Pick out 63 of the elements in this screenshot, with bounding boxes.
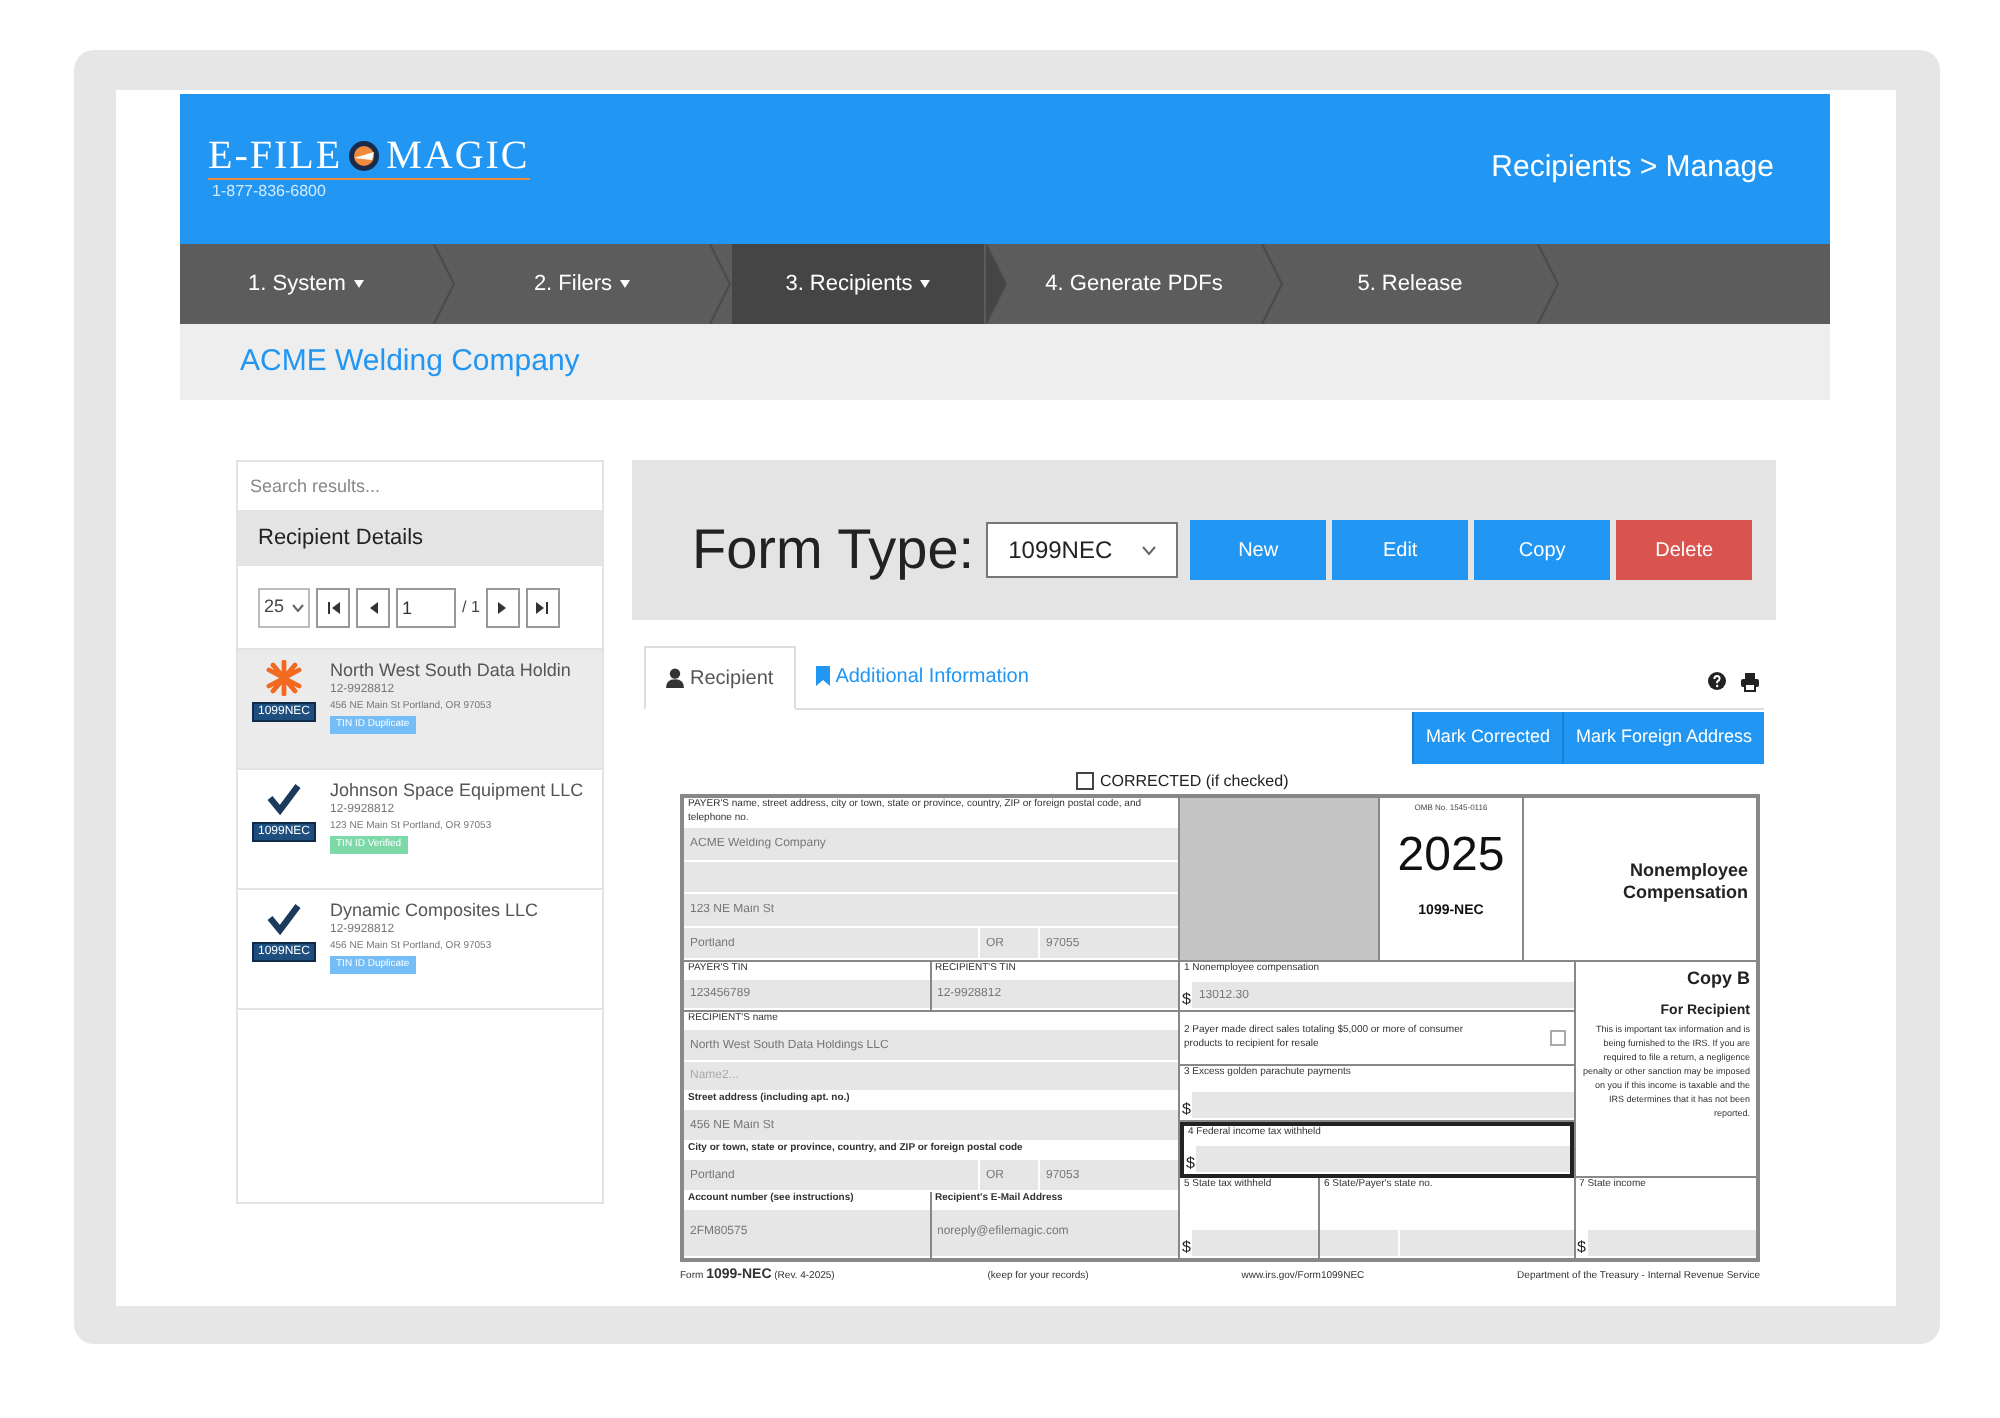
step-divider xyxy=(432,244,456,324)
input-field[interactable] xyxy=(1192,1230,1318,1258)
input-field[interactable] xyxy=(1588,1230,1756,1258)
logo-text: MAGIC xyxy=(386,135,530,175)
currency-sign: $ xyxy=(1184,1154,1197,1174)
caret-icon xyxy=(1142,545,1157,555)
step-divider xyxy=(708,244,732,324)
page-field[interactable]: 1 xyxy=(396,587,456,627)
form-tab[interactable]: Recipient xyxy=(644,646,796,710)
action-button[interactable]: Mark Foreign Address xyxy=(1561,712,1764,764)
input-field[interactable] xyxy=(1192,1092,1574,1120)
step-divider xyxy=(984,244,1008,324)
currency-sign: $ xyxy=(1180,1238,1193,1258)
recipient-name: Dynamic Composites LLC xyxy=(330,900,539,922)
action-button[interactable]: Edit xyxy=(1332,520,1469,580)
form-type-label: Form Type: xyxy=(692,516,975,584)
form-title: Nonemployee Compensation xyxy=(1620,859,1748,903)
help-icon xyxy=(1708,672,1726,690)
caret-icon xyxy=(292,603,304,611)
checkbox[interactable] xyxy=(1549,1030,1566,1046)
asterisk-icon xyxy=(266,660,302,696)
page-count: / 1 xyxy=(462,595,480,619)
checkbox[interactable] xyxy=(1076,772,1094,790)
panel-title: Recipient Details xyxy=(258,523,424,554)
logo-icon xyxy=(348,139,381,171)
previous-page-button[interactable] xyxy=(356,587,390,627)
logo-text: E-FILE xyxy=(208,135,343,175)
phone-number: 1-877-836-6800 xyxy=(210,179,328,203)
printer-icon xyxy=(1740,672,1760,692)
action-button[interactable]: New xyxy=(1190,520,1327,580)
action-button[interactable]: Copy xyxy=(1474,520,1611,580)
form-tab[interactable]: Additional Information xyxy=(795,644,1049,708)
checkmark-icon xyxy=(266,900,302,936)
action-button[interactable]: Mark Corrected xyxy=(1411,712,1562,764)
corrected-label: CORRECTED (if checked) xyxy=(1100,769,1289,793)
input-field[interactable] xyxy=(1320,1230,1400,1258)
input-field[interactable] xyxy=(684,861,1178,895)
bookmark-icon xyxy=(815,666,830,686)
tax-year: 2025 xyxy=(1397,826,1505,886)
next-page-icon xyxy=(494,599,511,615)
company-name[interactable]: ACME Welding Company xyxy=(240,339,580,385)
currency-sign: $ xyxy=(1180,990,1193,1010)
currency-sign: $ xyxy=(1575,1238,1588,1258)
person-icon xyxy=(666,668,684,688)
first-page-icon xyxy=(325,599,341,615)
recipient-name: North West South Data Holdin xyxy=(330,660,571,682)
currency-sign: $ xyxy=(1180,1100,1193,1120)
form-type-select[interactable]: 1099NEC xyxy=(986,522,1179,578)
input-field[interactable] xyxy=(1196,1146,1570,1174)
copy-label: Copy B xyxy=(1687,966,1750,992)
checkmark-icon xyxy=(266,780,302,816)
last-page-button[interactable] xyxy=(525,587,560,627)
step-divider xyxy=(1536,244,1560,324)
last-page-icon xyxy=(534,599,551,615)
step-divider xyxy=(1260,244,1284,324)
previous-page-icon xyxy=(365,599,381,615)
recipient-name: Johnson Space Equipment LLC xyxy=(330,780,584,802)
breadcrumb: Recipients > Manage xyxy=(1491,148,1776,189)
next-page-button[interactable] xyxy=(485,587,520,627)
first-page-button[interactable] xyxy=(316,587,350,627)
page-size-select[interactable]: 25 xyxy=(258,587,310,627)
input-field[interactable] xyxy=(1400,1230,1574,1258)
action-button[interactable]: Delete xyxy=(1616,520,1753,580)
